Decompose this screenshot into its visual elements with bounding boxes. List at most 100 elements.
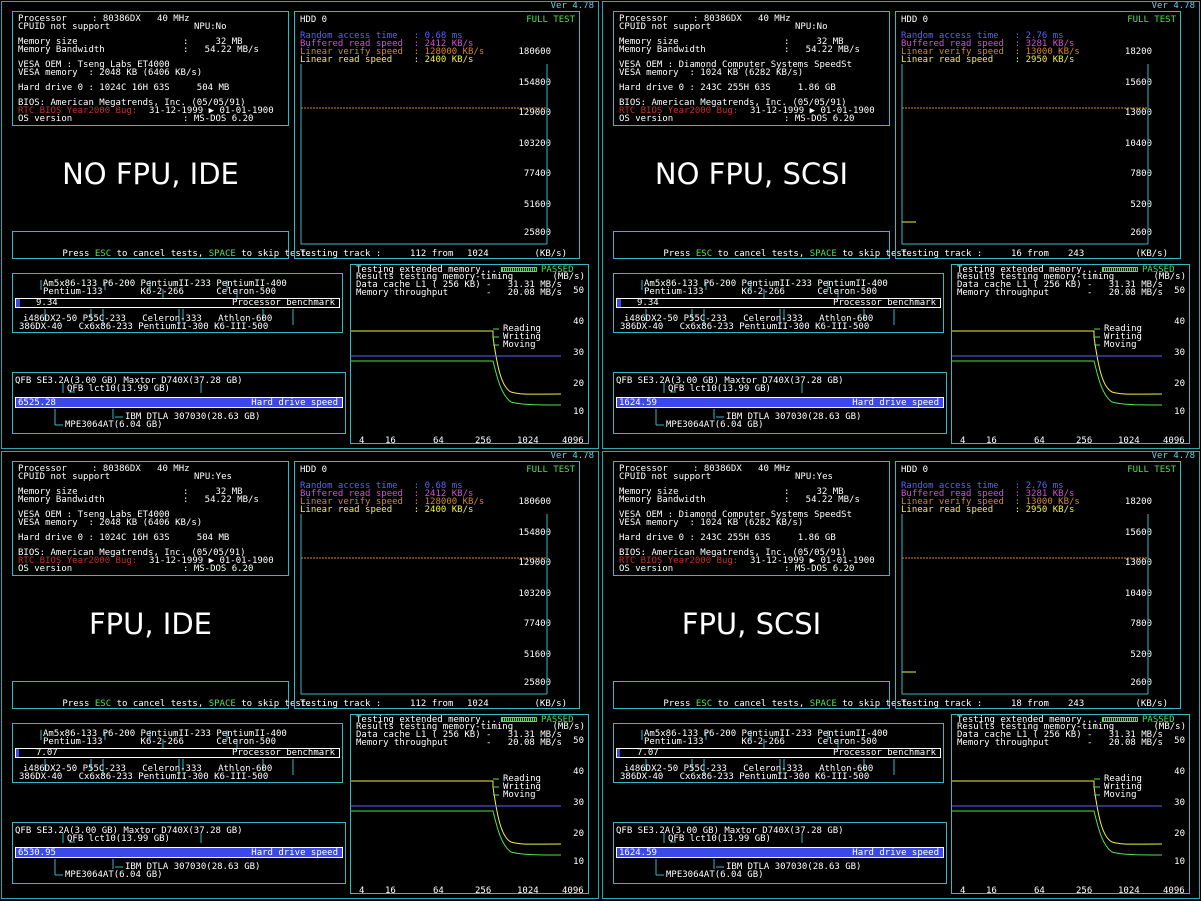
cpu-ref-row4: 386DX-40 Cx6x86-233 PentiumII-300 K6-III…: [19, 322, 269, 332]
mem-x-tick: 64: [433, 886, 444, 896]
space-key[interactable]: SPACE: [209, 249, 236, 259]
cpuid-label: CPUID not support: [18, 22, 111, 32]
vesa-memory: VESA memory : 2048 KB (6406 KB/s): [18, 68, 203, 78]
cpu-benchmark-bar: 7.07 Processor benchmark: [616, 748, 941, 758]
os-label: OS version: [619, 564, 674, 574]
hdd-speed-graph: [300, 514, 548, 695]
memory-test-panel: Testing extended memory... PASSED Result…: [951, 714, 1190, 896]
hdd-benchmark-panel: QFB SE3.2A(3.00 GB) Maxtor D740X(37.28 G…: [613, 822, 947, 884]
config-label: NO FPU, SCSI: [654, 157, 849, 191]
config-label: FPU, SCSI: [681, 607, 822, 641]
cpu-benchmark-label: Processor benchmark: [232, 298, 335, 308]
track-number: 16: [1011, 249, 1022, 259]
hdd-speed-graph: [901, 514, 1149, 695]
membw-value: : 54.22 MB/s: [183, 495, 259, 505]
hdd-ref-row2: QFB lct10(13.99 GB): [668, 834, 771, 844]
cpu-benchmark-fill: [16, 749, 20, 757]
mem-x-tick: 256: [475, 886, 492, 896]
track-number: 112: [410, 249, 427, 259]
space-key[interactable]: SPACE: [209, 699, 236, 709]
hdd-ref-row2: QFB lct10(13.99 GB): [67, 834, 170, 844]
hdd-score: 1624.59: [619, 398, 657, 408]
cpu-benchmark-label: Processor benchmark: [232, 748, 335, 758]
memory-test-panel: Testing extended memory... PASSED Result…: [350, 714, 589, 896]
esc-key[interactable]: ESC: [95, 249, 111, 259]
memory-test-panel: Testing extended memory... PASSED Result…: [951, 264, 1190, 446]
esc-key[interactable]: ESC: [95, 699, 111, 709]
esc-key[interactable]: ESC: [696, 249, 712, 259]
mem-x-tick: 16: [986, 436, 997, 446]
mem-x-tick: 4: [960, 436, 966, 446]
config-label: NO FPU, IDE: [62, 157, 239, 191]
cpu-score: 9.34: [637, 298, 659, 308]
fpu-status: NPU:No: [795, 22, 828, 32]
mem-x-tick: 64: [1034, 436, 1045, 446]
space-key[interactable]: SPACE: [810, 249, 837, 259]
writing-line: [351, 810, 562, 856]
mem-x-tick: 1024: [517, 436, 539, 446]
hdd-benchmark-panel: QFB SE3.2A(3.00 GB) Maxtor D740X(37.28 G…: [613, 372, 947, 434]
system-info-panel: Processor : 80386DX 40 MHz CPUID not sup…: [12, 11, 289, 126]
mem-x-tick: 4: [359, 886, 365, 896]
fpu-status: NPU:Yes: [795, 472, 833, 482]
hdd-chart-panel: HDD 0 FULL TEST Random access time : 0.6…: [294, 11, 580, 259]
version-label: Ver 4.78: [550, 451, 594, 461]
space-key[interactable]: SPACE: [810, 699, 837, 709]
cpu-ref-row2: Pentium-133 K6-2-266 Celeron-500: [644, 737, 877, 747]
testing-track-label: Testing track :: [901, 699, 983, 709]
hint-cancel: to cancel tests,: [717, 699, 805, 709]
legend-moving: Moving: [503, 340, 536, 350]
legend-moving: Moving: [1104, 790, 1137, 800]
hint-press: Press: [62, 249, 90, 259]
mem-x-tick: 16: [385, 886, 396, 896]
os-label: OS version: [619, 114, 674, 124]
mem-x-tick: 256: [475, 436, 492, 446]
testing-track-label: Testing track :: [901, 249, 983, 259]
cpu-benchmark-label: Processor benchmark: [833, 298, 936, 308]
cpu-score: 9.34: [36, 298, 58, 308]
hdd-benchmark-label: Hard drive speed: [852, 848, 939, 858]
membw-value: : 54.22 MB/s: [784, 45, 860, 55]
hard-drive-0: Hard drive 0 : 243C 255H 63S 1.86 GB: [619, 533, 836, 543]
cpu-benchmark-label: Processor benchmark: [833, 748, 936, 758]
system-info-panel: Processor : 80386DX 40 MHz CPUID not sup…: [613, 11, 890, 126]
cpu-benchmark-panel: Am5x86-133 P6-200 PentiumII-233 PentiumI…: [613, 273, 944, 333]
membw-label: Memory Bandwidth: [18, 45, 105, 55]
hdd-score: 6525.28: [18, 398, 56, 408]
track-total: 1024: [467, 249, 489, 259]
hdd-benchmark-bar: 1624.59 Hard drive speed: [616, 397, 944, 408]
hint-press: Press: [663, 249, 691, 259]
hdd-benchmark-bar: 6530.95 Hard drive speed: [15, 847, 343, 858]
os-label: OS version: [18, 564, 73, 574]
mem-x-tick: 4: [960, 886, 966, 896]
mem-x-tick: 4096: [1163, 436, 1185, 446]
cpu-benchmark-panel: Am5x86-133 P6-200 PentiumII-233 PentiumI…: [12, 723, 343, 783]
hdd-ref-row4: MPE3064AT(6.04 GB): [65, 420, 163, 430]
hint-panel: Press ESC to cancel tests, SPACE to skip…: [12, 681, 312, 709]
mem-x-tick: 16: [986, 886, 997, 896]
track-number: 18: [1011, 699, 1022, 709]
cpu-score: 7.07: [36, 748, 58, 758]
cpu-score: 7.07: [637, 748, 659, 758]
hdd-ref-row4: MPE3064AT(6.04 GB): [65, 870, 163, 880]
legend-moving: Moving: [503, 790, 536, 800]
vesa-memory: VESA memory : 2048 KB (6406 KB/s): [18, 518, 203, 528]
benchmark-screen-4: Ver 4.78 Processor : 80386DX 40 MHz CPUI…: [602, 451, 1200, 899]
cpu-ref-row2: Pentium-133 K6-2-266 Celeron-500: [43, 737, 276, 747]
vesa-memory: VESA memory : 1024 KB (6282 KB/s): [619, 68, 804, 78]
mem-x-tick: 16: [385, 436, 396, 446]
hard-drive-0: Hard drive 0 : 243C 255H 63S 1.86 GB: [619, 83, 836, 93]
cpu-benchmark-fill: [16, 299, 21, 307]
track-total: 243: [1068, 249, 1085, 259]
os-value: : MS-DOS 6.20: [784, 114, 855, 124]
memory-timing-graph: [952, 778, 1163, 856]
membw-label: Memory Bandwidth: [18, 495, 105, 505]
system-info-panel: Processor : 80386DX 40 MHz CPUID not sup…: [12, 461, 289, 576]
hdd-benchmark-label: Hard drive speed: [852, 398, 939, 408]
hdd-benchmark-bar: 1624.59 Hard drive speed: [616, 847, 944, 858]
esc-key[interactable]: ESC: [696, 699, 712, 709]
hint-cancel: to cancel tests,: [116, 699, 204, 709]
memory-timing-graph: [351, 778, 562, 856]
hdd-benchmark-panel: QFB SE3.2A(3.00 GB) Maxtor D740X(37.28 G…: [12, 372, 346, 434]
hint-press: Press: [62, 699, 90, 709]
